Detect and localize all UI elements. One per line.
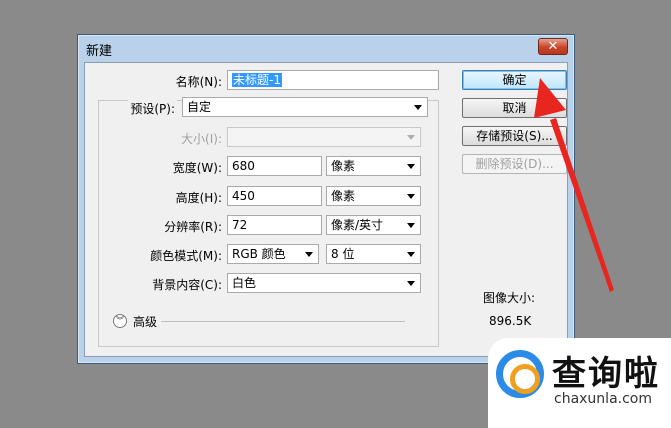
chaxunla-logo-icon <box>496 350 544 398</box>
watermark-url: chaxunla.com <box>554 391 652 407</box>
watermark: 查询啦 chaxunla.com <box>488 338 671 428</box>
watermark-text: 查询啦 <box>552 354 660 394</box>
arrow-head <box>534 78 566 118</box>
arrow-shaft <box>550 118 614 292</box>
